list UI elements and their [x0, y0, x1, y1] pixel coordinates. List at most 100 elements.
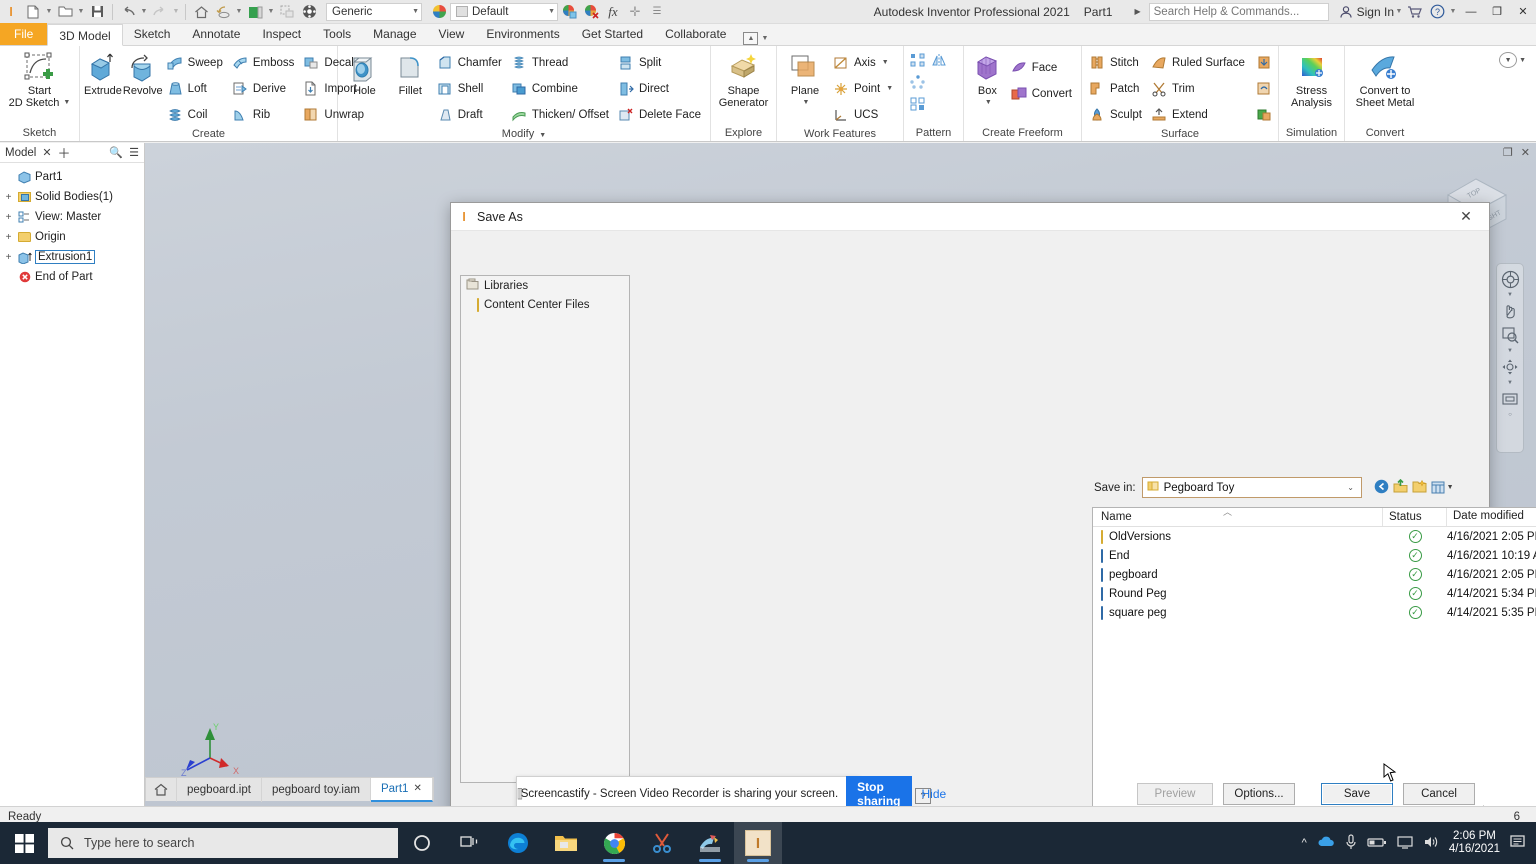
tab-annotate[interactable]: Annotate [181, 23, 251, 45]
tab-environments[interactable]: Environments [475, 23, 570, 45]
chevron-down-icon[interactable]: ▼ [761, 35, 768, 42]
tree-node-origin[interactable]: + Origin [3, 227, 144, 247]
replace-face-button[interactable] [1253, 76, 1275, 101]
update-icon[interactable] [244, 1, 266, 23]
select-icon[interactable] [276, 1, 298, 23]
rib-button[interactable]: Rib [229, 102, 300, 127]
chevron-down-icon[interactable]: ▼ [1507, 380, 1513, 386]
tab-inspect[interactable]: Inspect [251, 23, 312, 45]
tree-expander[interactable]: + [3, 212, 14, 223]
chevron-down-icon[interactable]: ▼ [63, 97, 70, 109]
edge-icon[interactable] [494, 822, 542, 864]
file-row[interactable]: pegboard ✓ 4/16/2021 2:05 PM Autodesk In… [1093, 565, 1536, 584]
place-item-content-center-files[interactable]: Content Center Files [461, 295, 629, 314]
point-button[interactable]: Point ▼ [830, 76, 898, 101]
chevron-down-icon[interactable]: ▼ [985, 97, 992, 109]
loft-button[interactable]: Loft [164, 76, 228, 101]
appearance-swatch-icon[interactable] [428, 1, 450, 23]
delete-face-surface-button[interactable] [1253, 102, 1275, 127]
chevron-down-icon[interactable]: ⌄ [1343, 483, 1359, 492]
trim-button[interactable]: Trim [1148, 76, 1250, 101]
chrome-icon[interactable] [590, 822, 638, 864]
redo-icon[interactable] [149, 1, 171, 23]
save-as-dialog[interactable]: I Save As ✕ Libraries Content Center Fil… [450, 202, 1536, 864]
file-row[interactable]: OldVersions ✓ 4/16/2021 2:05 PM File fol… [1093, 527, 1536, 546]
tab-view[interactable]: View [428, 23, 476, 45]
thread-button[interactable]: Thread [508, 50, 614, 75]
tab-tools[interactable]: Tools [312, 23, 362, 45]
up-one-level-icon[interactable] [1393, 478, 1408, 497]
coil-button[interactable]: Coil [164, 102, 228, 127]
emboss-button[interactable]: Emboss [229, 50, 300, 75]
hole-button[interactable]: Hole [342, 49, 387, 97]
stitch-button[interactable]: Stitch [1086, 50, 1147, 75]
redo-dropdown-caret[interactable]: ▼ [171, 1, 181, 23]
ruled-surface-button[interactable]: Ruled Surface [1148, 50, 1250, 75]
zoom-icon[interactable] [1499, 324, 1521, 346]
ribbon-display-options[interactable]: ▲ ▼ [743, 32, 768, 45]
mirror-icon[interactable] [930, 51, 950, 69]
tree-node-end-of-part[interactable]: End of Part [3, 267, 144, 287]
battery-icon[interactable] [1367, 836, 1387, 851]
chevron-down-icon[interactable]: ▼ [1447, 484, 1454, 491]
sign-in-caret-icon[interactable]: ▼ [1394, 1, 1404, 23]
notifications-icon[interactable] [1510, 834, 1528, 853]
freeform-box-button[interactable]: Box ▼ [968, 49, 1007, 109]
revolve-button[interactable]: Revolve [123, 49, 163, 97]
place-item-libraries[interactable]: Libraries [461, 276, 629, 295]
task-view-icon[interactable] [446, 822, 494, 864]
tree-node-view-master[interactable]: + View: Master [3, 207, 144, 227]
file-row[interactable]: square peg ✓ 4/14/2021 5:35 PM Autodesk … [1093, 603, 1536, 622]
tab-manage[interactable]: Manage [362, 23, 427, 45]
onedrive-icon[interactable] [1317, 836, 1335, 851]
face-button[interactable]: Face [1008, 55, 1077, 80]
cart-icon[interactable] [1404, 1, 1426, 23]
search-caret-icon[interactable]: ▶ [1134, 7, 1140, 16]
start-button[interactable] [0, 822, 48, 864]
tab-get-started[interactable]: Get Started [571, 23, 654, 45]
taskbar-clock[interactable]: 2:06 PM 4/16/2021 [1449, 830, 1500, 856]
tree-node-part1[interactable]: Part1 [3, 167, 144, 187]
tab-file[interactable]: File [0, 23, 48, 45]
display-icon[interactable] [1397, 835, 1413, 852]
more-options-icon[interactable]: ○ [1508, 412, 1512, 418]
new-dropdown-caret[interactable]: ▼ [44, 1, 54, 23]
volume-icon[interactable] [1423, 835, 1439, 852]
microphone-icon[interactable] [1345, 833, 1357, 853]
shape-generator-button[interactable]: Shape Generator [715, 49, 772, 109]
column-header-date[interactable]: Date modified [1447, 508, 1536, 526]
axis-button[interactable]: Axis ▼ [830, 50, 898, 75]
fillet-button[interactable]: Fillet [388, 49, 433, 97]
orbit-icon[interactable] [1499, 356, 1521, 378]
chevron-down-icon[interactable]: ▼ [803, 97, 810, 109]
undo-icon[interactable] [117, 1, 139, 23]
ucs-button[interactable]: UCS [830, 102, 898, 127]
home-tab[interactable] [146, 777, 177, 802]
start-2d-sketch-button[interactable]: Start 2D Sketch ▼ [4, 49, 75, 109]
material-combo[interactable]: Generic ▼ [326, 2, 422, 21]
direct-button[interactable]: Direct [615, 76, 706, 101]
add-icon[interactable]: ✛ [624, 1, 646, 23]
close-button[interactable]: ✕ [1510, 0, 1536, 24]
document-tab-pegboard-toy-iam[interactable]: pegboard toy.iam [262, 777, 371, 802]
minimize-button[interactable]: — [1458, 0, 1484, 24]
extend-button[interactable]: Extend [1148, 102, 1250, 127]
close-icon[interactable]: ✕ [42, 146, 51, 159]
help-icon[interactable]: ? [1426, 1, 1448, 23]
tree-expander[interactable]: + [3, 252, 14, 263]
inventor-logo-icon[interactable]: I [0, 1, 22, 23]
stress-analysis-button[interactable]: Stress Analysis [1283, 49, 1340, 109]
add-icon[interactable]: ＋ [58, 143, 71, 162]
ribbon-overflow-icon[interactable]: ▼ [1499, 52, 1518, 68]
sweep-button[interactable]: Sweep [164, 50, 228, 75]
chevron-down-icon[interactable]: ▼ [1507, 348, 1513, 354]
file-explorer-icon[interactable] [542, 822, 590, 864]
menu-icon[interactable]: ☰ [129, 146, 139, 159]
chevron-down-icon[interactable]: ▼ [882, 59, 889, 66]
sketch-driven-pattern-icon[interactable] [908, 95, 928, 113]
restore-window-icon[interactable]: ❐ [1503, 146, 1513, 159]
boundary-patch-button[interactable] [1253, 50, 1275, 75]
convert-sheet-metal-button[interactable]: Convert to Sheet Metal [1349, 49, 1421, 109]
circular-pattern-icon[interactable] [908, 73, 928, 91]
tab-3d-model[interactable]: 3D Model [47, 24, 123, 46]
